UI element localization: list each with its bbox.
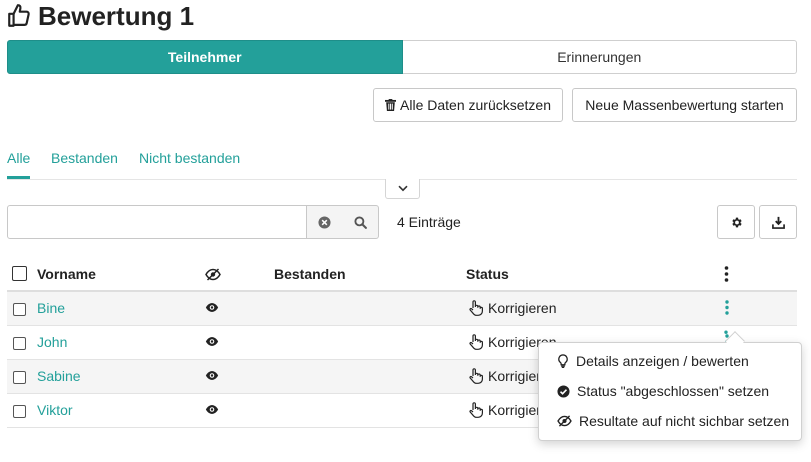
tab-erinnerungen[interactable]: Erinnerungen: [402, 40, 797, 74]
table-row: Bine Korrigieren: [7, 292, 797, 326]
row-checkbox[interactable]: [13, 405, 26, 418]
chevron-down-icon: [397, 185, 408, 192]
search-buttons: [306, 205, 379, 239]
eye-icon[interactable]: [205, 370, 219, 381]
column-header-passed[interactable]: Bestanden: [274, 266, 346, 282]
search-input[interactable]: [7, 205, 307, 239]
trash-icon: [385, 99, 397, 111]
row-checkbox[interactable]: [13, 371, 26, 384]
export-button[interactable]: [759, 205, 797, 239]
filter-tab-alle[interactable]: Alle: [7, 150, 30, 166]
entry-count: 4 Einträge: [397, 214, 461, 230]
hand-pointer-icon: [469, 334, 483, 350]
hand-pointer-icon: [469, 300, 483, 316]
eye-icon[interactable]: [205, 336, 219, 347]
filter-tab-bestanden[interactable]: Bestanden: [51, 150, 118, 166]
filter-tab-nicht-bestanden[interactable]: Nicht bestanden: [139, 150, 240, 166]
table-settings-button[interactable]: [717, 205, 755, 239]
eye-slash-icon: [557, 415, 572, 427]
menu-item-details-label: Details anzeigen / bewerten: [576, 353, 749, 369]
eye-icon[interactable]: [205, 404, 219, 415]
bulk-assessment-button[interactable]: Neue Massenbewertung starten: [572, 88, 797, 122]
eye-icon[interactable]: [205, 302, 219, 313]
thumbs-up-icon: [6, 3, 32, 29]
reset-all-data-button[interactable]: Alle Daten zurücksetzen: [373, 88, 563, 122]
clear-search-icon[interactable]: [318, 215, 331, 229]
menu-item-set-done[interactable]: Status "abgeschlossen" setzen: [557, 383, 769, 399]
check-circle-icon: [557, 384, 570, 398]
menu-item-set-done-label: Status "abgeschlossen" setzen: [577, 383, 770, 399]
row-checkbox[interactable]: [13, 303, 26, 316]
participant-name-link[interactable]: Viktor: [37, 402, 73, 418]
menu-item-hide-results[interactable]: Resultate auf nicht sichbar setzen: [557, 413, 789, 429]
active-tab-indicator: [7, 176, 30, 179]
menu-item-hide-results-label: Resultate auf nicht sichbar setzen: [579, 413, 790, 429]
status-text: Korrigieren: [488, 300, 557, 316]
page-title: Bewertung 1: [6, 0, 194, 32]
download-icon: [771, 216, 785, 229]
column-actions-kebab-icon[interactable]: [724, 266, 729, 282]
column-header-firstname[interactable]: Vorname: [37, 266, 96, 282]
menu-item-details[interactable]: Details anzeigen / bewerten: [557, 353, 749, 369]
hand-pointer-icon: [469, 368, 483, 384]
tab-teilnehmer[interactable]: Teilnehmer: [7, 40, 403, 74]
row-actions-kebab-icon[interactable]: [724, 330, 728, 336]
search-icon[interactable]: [354, 215, 367, 229]
visibility-column-eye-slash-icon: [205, 268, 221, 281]
column-header-status[interactable]: Status: [466, 266, 509, 282]
hand-pointer-icon: [469, 402, 483, 418]
participant-name-link[interactable]: Bine: [37, 300, 65, 316]
select-all-checkbox[interactable]: [12, 266, 27, 281]
gear-icon: [730, 216, 743, 229]
segment-tabs: Teilnehmer Erinnerungen: [7, 40, 797, 74]
lightbulb-icon: [557, 354, 569, 368]
row-checkbox[interactable]: [13, 337, 26, 350]
row-actions-kebab-icon[interactable]: [725, 300, 729, 315]
participant-name-link[interactable]: Sabine: [37, 368, 81, 384]
row-actions-popover: Details anzeigen / bewerten Status "abge…: [538, 342, 802, 441]
participant-name-link[interactable]: John: [37, 334, 67, 350]
page-title-text: Bewertung 1: [38, 0, 195, 31]
toggle-filters-button[interactable]: [385, 179, 420, 199]
reset-all-data-label: Alle Daten zurücksetzen: [400, 97, 551, 113]
